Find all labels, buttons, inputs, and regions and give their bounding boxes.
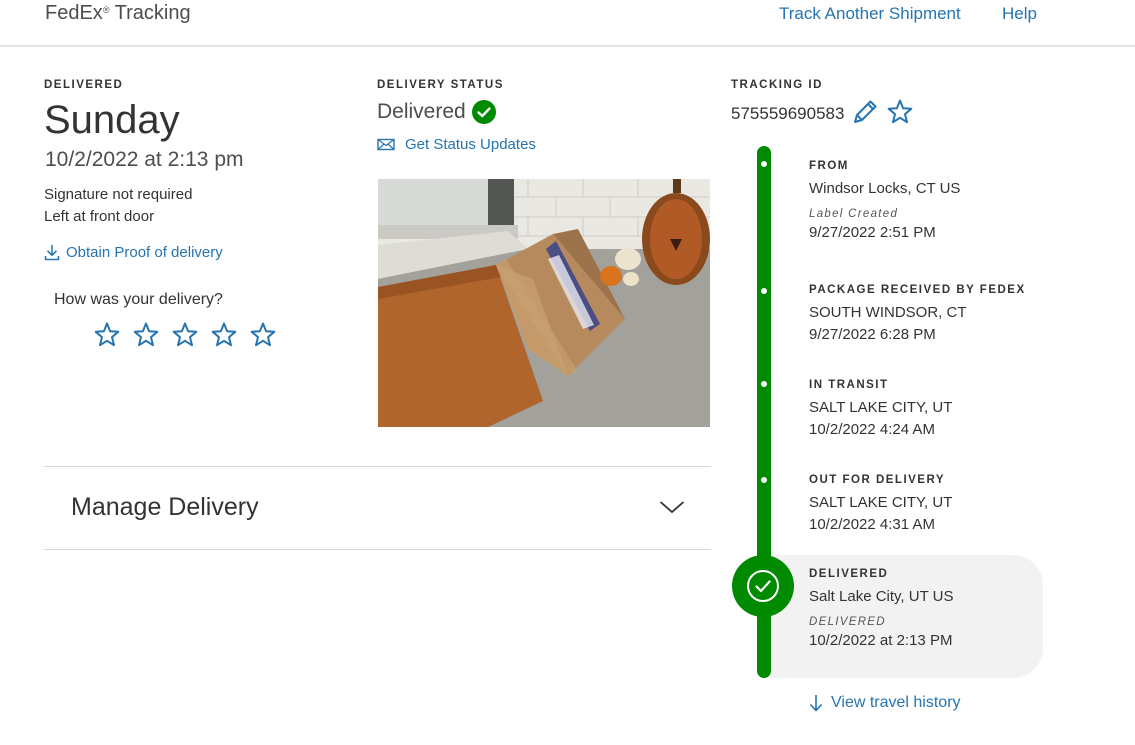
timeline-event-out-for-delivery: OUT FOR DELIVERY SALT LAKE CITY, UT 10/2… — [809, 474, 952, 536]
event-sublabel: Label Created — [809, 208, 899, 220]
tracking-id-row: 575559690583 — [731, 98, 914, 126]
event-location: SALT LAKE CITY, UT — [809, 399, 953, 416]
proof-of-delivery-link[interactable]: Obtain Proof of delivery — [44, 244, 223, 261]
event-label: IN TRANSIT — [809, 379, 889, 391]
event-time: 10/2/2022 4:24 AM — [809, 421, 935, 438]
event-location: Salt Lake City, UT US — [809, 588, 954, 605]
envelope-icon — [377, 138, 395, 151]
brand-name: FedEx — [45, 2, 103, 24]
delivery-day: Sunday — [44, 98, 180, 142]
help-link[interactable]: Help — [1002, 4, 1037, 24]
pencil-icon[interactable] — [851, 98, 879, 126]
timeline-event-received: PACKAGE RECEIVED BY FEDEX SOUTH WINDSOR,… — [809, 284, 1026, 346]
event-location: SALT LAKE CITY, UT — [809, 494, 953, 511]
get-status-updates-link[interactable]: Get Status Updates — [377, 136, 536, 153]
download-icon — [44, 245, 60, 261]
signature-note: Signature not required — [44, 186, 193, 203]
event-sublabel: DELIVERED — [809, 616, 886, 628]
manage-divider-bottom — [44, 549, 711, 550]
delivered-eyebrow: DELIVERED — [44, 79, 124, 91]
event-time: 10/2/2022 at 2:13 PM — [809, 632, 953, 649]
proof-of-delivery-label: Obtain Proof of delivery — [66, 244, 223, 261]
delivered-check-icon — [732, 555, 794, 617]
timeline-dot-from — [761, 161, 767, 167]
registered-mark: ® — [102, 5, 110, 15]
rating-prompt: How was your delivery? — [54, 291, 223, 308]
delivery-status: Delivered — [377, 100, 496, 124]
view-travel-history-label: View travel history — [831, 694, 961, 711]
proof-of-delivery-photo — [378, 179, 710, 427]
delivery-status-value: Delivered — [377, 100, 466, 123]
delivery-status-eyebrow: DELIVERY STATUS — [377, 79, 504, 91]
event-time: 10/2/2022 4:31 AM — [809, 516, 935, 533]
timeline-event-from: FROM Windsor Locks, CT US Label Created … — [809, 160, 960, 244]
event-label: FROM — [809, 160, 849, 172]
star-outline-icon[interactable] — [886, 98, 914, 126]
event-time: 9/27/2022 6:28 PM — [809, 326, 936, 343]
tracking-number: 575559690583 — [731, 104, 845, 123]
tracking-id-eyebrow: TRACKING ID — [731, 79, 823, 91]
timeline-dot-out — [761, 477, 767, 483]
check-circle-icon — [471, 100, 496, 124]
event-time: 9/27/2022 2:51 PM — [809, 224, 936, 241]
rating-star-1[interactable] — [93, 321, 121, 349]
rating-stars — [93, 321, 277, 349]
timeline-dot-transit — [761, 381, 767, 387]
delivery-datetime: 10/2/2022 at 2:13 pm — [45, 148, 244, 171]
timeline-event-delivered: DELIVERED Salt Lake City, UT US DELIVERE… — [809, 568, 954, 652]
top-bar: FedEx® Tracking Track Another Shipment H… — [0, 0, 1135, 47]
left-at-note: Left at front door — [44, 208, 155, 225]
get-status-updates-label: Get Status Updates — [405, 136, 536, 153]
brand-logo[interactable]: FedEx® Tracking — [45, 2, 191, 25]
view-travel-history-link[interactable]: View travel history — [809, 694, 961, 712]
rating-star-2[interactable] — [132, 321, 160, 349]
rating-star-4[interactable] — [210, 321, 238, 349]
event-label: DELIVERED — [809, 568, 889, 580]
delivery-photo-image — [378, 179, 710, 427]
timeline-dot-received — [761, 288, 767, 294]
event-label: PACKAGE RECEIVED BY FEDEX — [809, 284, 1026, 296]
rating-star-3[interactable] — [171, 321, 199, 349]
track-another-shipment-link[interactable]: Track Another Shipment — [779, 4, 961, 24]
event-location: Windsor Locks, CT US — [809, 180, 961, 197]
rating-star-5[interactable] — [249, 321, 277, 349]
timeline-event-transit: IN TRANSIT SALT LAKE CITY, UT 10/2/2022 … — [809, 379, 952, 441]
brand-suffix: Tracking — [109, 2, 191, 24]
event-location: SOUTH WINDSOR, CT — [809, 304, 967, 321]
manage-delivery-toggle[interactable]: Manage Delivery — [44, 467, 711, 549]
event-label: OUT FOR DELIVERY — [809, 474, 946, 486]
arrow-down-icon — [809, 695, 823, 712]
chevron-down-icon — [659, 501, 685, 514]
manage-delivery-label: Manage Delivery — [71, 493, 259, 521]
